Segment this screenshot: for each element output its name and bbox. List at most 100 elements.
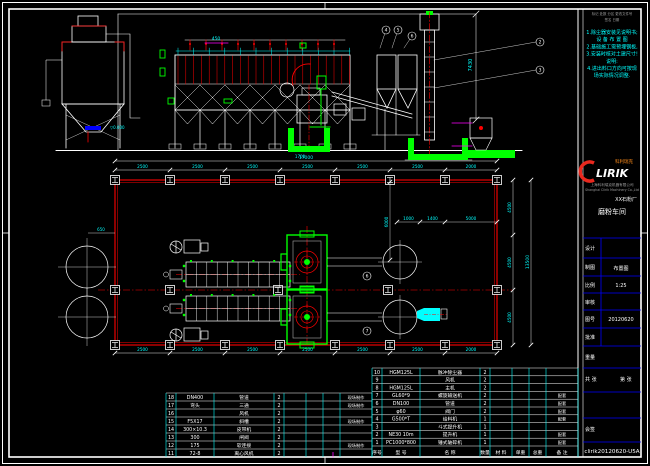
elev-level-mark: ▽0.000: [110, 125, 125, 130]
logo-address-1: 上海科利瑞克机器有限公司: [590, 182, 634, 187]
green-marker: [211, 260, 213, 262]
bom-cell: 300×10.3: [183, 427, 207, 433]
bom-cell: 配套: [558, 439, 567, 446]
bom-cell: φ60: [396, 409, 405, 415]
dim-label: 2500: [247, 164, 258, 169]
elev-height-dim: 7430: [468, 59, 474, 72]
green-marker: [289, 280, 291, 282]
bucket-elevator: [408, 11, 536, 160]
bom-cell: 12: [168, 443, 174, 449]
green-marker: [273, 260, 275, 262]
bom-cell: 2: [277, 427, 280, 433]
note-line: 4.进出料口方向可按现: [587, 65, 637, 72]
hopper-v: [175, 110, 200, 124]
notes-block: 标记 处数 分区 更改文件号签名 日期1.除尘器安装见说明书;设 备 布 置 图…: [586, 11, 638, 79]
balloon-number: 6: [411, 34, 414, 40]
hopper-v: [275, 110, 300, 124]
bom-cell: 6: [375, 401, 378, 407]
balloon-number: 3: [539, 68, 542, 74]
field-labels: 设计 制图 布置图 比例 1:25 审核 图号 20120620 批准 重量 共…: [585, 245, 634, 433]
dim-label: 2500: [302, 347, 313, 352]
mill-center: [304, 259, 310, 265]
bom-cell: 3: [375, 424, 378, 430]
bom-cell: 300: [190, 435, 199, 441]
mill-inlet: [281, 309, 287, 325]
bom-cell: 4: [375, 417, 378, 423]
title-small-text: 签名 日期: [605, 17, 620, 22]
bom-cell: 9: [375, 378, 378, 384]
balloon-number: 2: [539, 40, 542, 46]
green-marker: [211, 294, 213, 296]
bom-cell: 三通: [239, 402, 249, 409]
bom-cell: 风机: [239, 410, 249, 417]
dim-label: 1000: [403, 216, 414, 221]
bom-cell: 2: [277, 411, 280, 417]
bom-cell: HGM125L: [389, 370, 413, 376]
hopper-v: [250, 110, 275, 124]
bom-cell: 2: [483, 385, 486, 391]
bom-cell: 7: [375, 393, 378, 399]
dim-label: 2500: [302, 164, 313, 169]
bom-cell: 弯头: [190, 402, 200, 409]
green-marker: [232, 260, 234, 262]
bom-cell: 1: [375, 440, 378, 446]
bom-cell: 2: [483, 378, 486, 384]
title-small-text: 标记 处数 分区 更改文件号: [592, 11, 633, 16]
dim-label: 2500: [412, 347, 423, 352]
bom-cell: 现场制作: [348, 402, 366, 409]
bom-cell: DN100: [393, 401, 409, 407]
logo-address-2: Shanghai Clirik Machinery Co.,Ltd: [585, 188, 639, 192]
feed-port: [164, 272, 169, 277]
bom-cell: 11: [168, 451, 174, 457]
bom-cell: 14: [168, 427, 174, 433]
bom-cell: 2: [277, 419, 280, 425]
note-line: 3.安装时核对土建尺寸!: [586, 51, 638, 58]
dim-label: 5000: [466, 216, 477, 221]
title-block: 标记 处数 分区 更改文件号签名 日期1.除尘器安装见说明书;设 备 布 置 图…: [580, 11, 641, 455]
cad-canvas: 7430 450 ▽0.000 1700 650: [0, 0, 650, 466]
dim-label: 2000: [466, 347, 477, 352]
hopper-v: [200, 110, 225, 124]
bom-header: 名 称: [444, 449, 455, 456]
clirik-logo: LIRIK 科利瑞克 上海科利瑞克机器有限公司 Shanghai Clirik …: [580, 158, 639, 192]
balloon-number: 7: [366, 329, 369, 335]
field-no-label: 图号: [585, 317, 595, 323]
bom-cell: 1: [483, 432, 486, 438]
dim-label: 2500: [357, 347, 368, 352]
external-tanks: 650: [58, 227, 116, 346]
bom-cell: 现场制作: [348, 442, 366, 449]
green-marker: [190, 260, 192, 262]
bom-cell: 配套: [558, 392, 567, 399]
bom-cell: 17: [168, 403, 174, 409]
drawing-no: 20120620: [608, 317, 633, 323]
feed-port: [164, 306, 169, 311]
dim-label: 2500: [192, 164, 203, 169]
bom-cell: 阀门: [445, 408, 455, 415]
bom-cell: 2: [277, 395, 280, 401]
dim-label: 2500: [192, 347, 203, 352]
bom-cell: DN400: [187, 395, 203, 401]
bom-cell: 提升机: [443, 431, 458, 438]
bom-header: 数量: [480, 449, 490, 456]
dim-total: 13500: [525, 255, 531, 269]
bom-cell: 脉冲除尘器: [438, 369, 462, 376]
bom-cell: 18: [168, 395, 174, 401]
scale-value: 1:25: [615, 283, 626, 289]
bom-cell: F5X17: [187, 419, 202, 425]
plan-fans: [170, 240, 208, 341]
drawing-code: clirik20120620-U5A: [584, 449, 639, 455]
plan-hoppers: [327, 240, 422, 339]
bom-cell: 2: [483, 393, 486, 399]
bom-table-right: 10HGM125L脉冲除尘器29风机28HGM125L主机27GL60*9螺旋输…: [372, 368, 578, 457]
bom-cell: 斗式提升机: [438, 423, 462, 430]
bom-cell: PC1000*800: [386, 440, 416, 446]
green-marker: [183, 299, 185, 301]
bom-cell: 闸阀: [239, 434, 249, 441]
dim-label: 2500: [137, 164, 148, 169]
bom-header: 单重: [516, 449, 526, 456]
field-weight: 重量: [585, 354, 595, 361]
bom-cell: NE30 10m: [388, 432, 413, 438]
pulse-valve: [333, 43, 335, 45]
cad-drawing-sheet: 7430 450 ▽0.000 1700 650: [0, 0, 650, 466]
field-scale-label: 比例: [585, 282, 595, 289]
